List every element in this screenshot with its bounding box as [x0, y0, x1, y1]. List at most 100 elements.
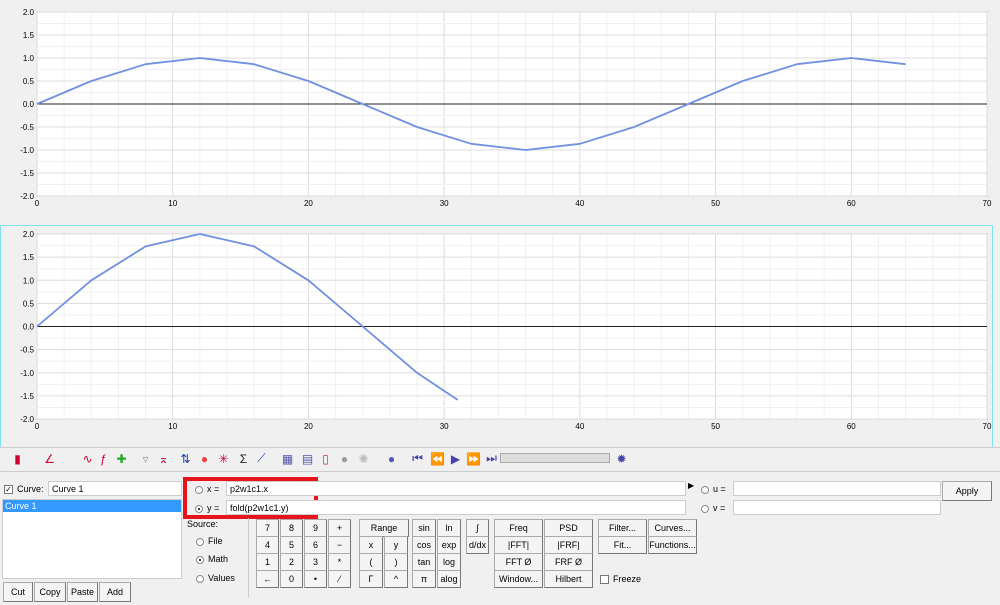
function-button-ln[interactable]: ln [437, 519, 461, 537]
fx-icon[interactable]: ƒ [96, 451, 111, 466]
keypad-button[interactable]: + [328, 519, 351, 537]
keypad-button[interactable]: − [328, 536, 351, 554]
add-button[interactable]: Add [99, 582, 131, 602]
function-button-log[interactable]: log [437, 553, 461, 571]
animation-icon[interactable]: ● [384, 451, 399, 466]
y-expression-input[interactable]: fold(p2w1c1.y) [226, 500, 686, 515]
axis-icon[interactable]: ∠ [42, 451, 57, 466]
tool-button[interactable]: Functions... [648, 536, 697, 554]
trend-icon[interactable]: ⟋ [254, 451, 269, 466]
first-frame-icon[interactable]: ⏮ [410, 451, 425, 466]
peak-icon[interactable]: ⌅ [156, 451, 171, 466]
operator-button[interactable]: y [384, 536, 408, 554]
keypad-button[interactable]: 4 [256, 536, 279, 554]
signal-button[interactable]: Hilbert [544, 570, 593, 588]
signal-button[interactable]: |FFT| [494, 536, 543, 554]
tool-button[interactable]: Filter... [598, 519, 647, 537]
paste-button[interactable]: Paste [67, 582, 98, 602]
list-item[interactable]: Curve 1 [3, 500, 181, 512]
plot-2[interactable]: 0 10 20 30 40 50 60 70 2.0 1.5 1.0 0.5 0.0 -0.5 -1.0 -1… [20, 230, 992, 431]
operator-button[interactable]: ^ [384, 570, 408, 588]
operator-button[interactable]: Γ [359, 570, 383, 588]
keypad-button[interactable]: 5 [280, 536, 303, 554]
plot-1[interactable]: 0 10 20 30 40 50 60 70 2.0 1.5 1.0 0.5 0.0 -0.5 -1.0 -1… [20, 8, 992, 208]
keypad-button[interactable]: 1 [256, 553, 279, 571]
integral-button[interactable]: ∫ [466, 519, 489, 537]
keypad-button[interactable]: 9 [304, 519, 327, 537]
signal-button[interactable]: PSD [544, 519, 593, 537]
cut-button[interactable]: Cut [3, 582, 33, 602]
tool-button[interactable]: Fit... [598, 536, 647, 554]
marker-icon[interactable]: ▿ [138, 451, 153, 466]
page-icon[interactable]: ▯ [318, 451, 333, 466]
range-button[interactable]: Range [359, 519, 409, 537]
derivative-button[interactable]: d/dx [466, 536, 489, 554]
keypad-button[interactable]: 8 [280, 519, 303, 537]
x-radio[interactable]: x = [195, 484, 219, 494]
operator-button[interactable]: x [359, 536, 383, 554]
u-radio[interactable]: u = [701, 484, 726, 494]
x-tick-label: 60 [847, 199, 856, 208]
tool-button[interactable]: Curves... [648, 519, 697, 537]
function-icon[interactable]: ∿ [80, 451, 95, 466]
v-expression-input[interactable] [733, 500, 941, 515]
source-values-radio[interactable]: Values [196, 573, 235, 583]
play-icon[interactable]: ▶ [448, 451, 463, 466]
source-math-radio[interactable]: Math [196, 554, 228, 564]
operator-button[interactable]: ( [359, 553, 383, 571]
x-expression-input[interactable]: p2w1c1.x [226, 481, 686, 496]
keypad-button[interactable]: 6 [304, 536, 327, 554]
y-tick-label: 1.5 [23, 253, 35, 262]
add-point-icon[interactable]: ✚ [114, 451, 129, 466]
signal-button[interactable]: FRF Ø [544, 553, 593, 571]
options-icon[interactable]: ✹ [614, 451, 629, 466]
color-wheel-icon[interactable]: ● [197, 451, 212, 466]
keypad-button[interactable]: ⁄ [328, 570, 351, 588]
function-button-alog[interactable]: alog [437, 570, 461, 588]
cursor-icon[interactable]: ⇅ [178, 451, 193, 466]
keypad-button[interactable]: 2 [280, 553, 303, 571]
settings-gear-icon[interactable]: ✺ [356, 451, 371, 466]
u-expression-input[interactable] [733, 481, 941, 496]
v-radio[interactable]: v = [701, 503, 725, 513]
keypad-button[interactable]: • [304, 570, 327, 588]
function-button-sin[interactable]: sin [412, 519, 436, 537]
curve-list[interactable]: Curve 1 [2, 499, 182, 579]
signal-button[interactable]: FFT Ø [494, 553, 543, 571]
grid-icon[interactable]: ▦ [280, 451, 295, 466]
function-button-tan[interactable]: tan [412, 553, 436, 571]
keypad-button[interactable]: ← [256, 570, 279, 588]
y-radio[interactable]: y = [195, 503, 219, 513]
function-button-exp[interactable]: exp [437, 536, 461, 554]
legend-icon[interactable]: ▤ [300, 451, 315, 466]
keypad-button[interactable]: * [328, 553, 351, 571]
keypad-button[interactable]: 7 [256, 519, 279, 537]
copy-button[interactable]: Copy [34, 582, 66, 602]
note-icon[interactable]: ● [337, 451, 352, 466]
curve-type-icon[interactable]: ▮ [10, 451, 25, 466]
signal-button[interactable]: Freq [494, 519, 543, 537]
y-tick-label: -1.0 [20, 146, 34, 155]
curve-name-input[interactable]: Curve 1 [48, 481, 182, 496]
function-button-π[interactable]: π [412, 570, 436, 588]
curve-checkbox[interactable]: ✓ Curve: [4, 484, 44, 495]
signal-button[interactable]: Window... [494, 570, 543, 588]
keypad-button[interactable]: 0 [280, 570, 303, 588]
sigma-icon[interactable]: Σ [236, 451, 251, 466]
source-file-radio[interactable]: File [196, 536, 223, 546]
x-tick-label: 50 [711, 422, 720, 431]
keypad-button[interactable]: 3 [304, 553, 327, 571]
next-frame-icon[interactable]: ⏩ [466, 451, 481, 466]
last-frame-icon[interactable]: ⏭ [484, 451, 499, 466]
freeze-checkbox[interactable]: Freeze [600, 574, 641, 585]
animation-slider[interactable] [500, 453, 610, 463]
crosshair-icon[interactable]: ✳ [216, 451, 231, 466]
curve-label: Curve: [17, 484, 44, 494]
plot-area[interactable]: 0 10 20 30 40 50 60 70 2.0 1.5 1.0 0.5 0.0 -0.5 -1.0 -1… [0, 0, 1000, 448]
prev-frame-icon[interactable]: ⏪ [430, 451, 445, 466]
apply-button[interactable]: Apply [942, 481, 992, 501]
signal-button[interactable]: |FRF| [544, 536, 593, 554]
operator-button[interactable]: ) [384, 553, 408, 571]
function-button-cos[interactable]: cos [412, 536, 436, 554]
expand-arrow-icon[interactable]: ▶ [688, 481, 694, 490]
